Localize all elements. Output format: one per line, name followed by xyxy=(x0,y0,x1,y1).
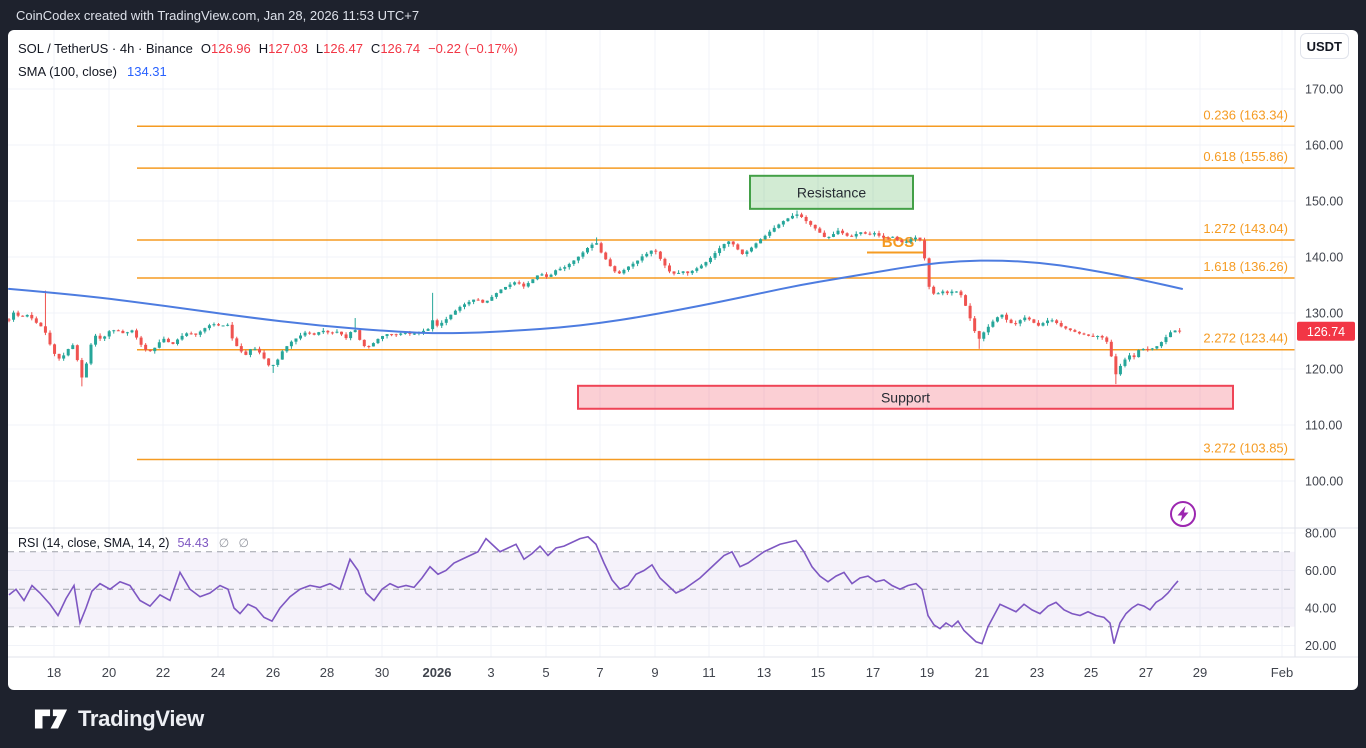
time-tick-label: 15 xyxy=(811,665,825,680)
time-tick-label: 25 xyxy=(1084,665,1098,680)
time-tick-label: 21 xyxy=(975,665,989,680)
chart-card: 0.236 (163.34) 0.618 (155.86) 1.272 (143.0… xyxy=(8,30,1358,690)
time-tick-label: 27 xyxy=(1139,665,1153,680)
price-tick-label: 140.00 xyxy=(1305,251,1343,265)
time-tick-label: 7 xyxy=(596,665,603,680)
rsi-label[interactable]: RSI (14, close, SMA, 14, 2) xyxy=(18,536,169,550)
time-tick-label: 30 xyxy=(375,665,389,680)
resistance-label: Resistance xyxy=(797,184,866,200)
rsi-guides xyxy=(8,551,1295,628)
rsi-tick-label: 80.00 xyxy=(1305,527,1336,541)
time-tick-label: 9 xyxy=(651,665,658,680)
time-tick-label: 23 xyxy=(1030,665,1044,680)
time-tick-label: 26 xyxy=(266,665,280,680)
ohlc-item: L126.47 xyxy=(315,41,363,56)
symbol-row: SOL / TetherUS · 4h · Binance O126.96 H12… xyxy=(18,37,518,60)
time-tick-label: 18 xyxy=(47,665,61,680)
time-tick-label: 20 xyxy=(102,665,116,680)
price-tick-label: 110.00 xyxy=(1305,419,1342,433)
price-tick-label: 120.00 xyxy=(1305,363,1343,377)
time-tick-label: 3 xyxy=(487,665,494,680)
fib-label: 0.618 (155.86) xyxy=(1203,149,1288,164)
price-axis[interactable]: 170.00 160.00 150.00 140.00 130.00 120.00 110.… xyxy=(1297,83,1355,654)
fib-label: 1.272 (143.04) xyxy=(1203,221,1288,236)
fib-label: 0.236 (163.34) xyxy=(1203,107,1288,122)
time-tick-label: 28 xyxy=(320,665,334,680)
price-tick-label: 150.00 xyxy=(1305,195,1343,209)
tradingview-logo-link[interactable]: TradingView xyxy=(34,705,204,733)
tradingview-logo-icon xyxy=(34,709,68,729)
attribution-bar: CoinCodex created with TradingView.com, … xyxy=(0,0,1366,30)
fib-label: 3.272 (103.85) xyxy=(1203,440,1288,455)
price-tick-label: 100.00 xyxy=(1305,475,1343,489)
change-value: −0.22 (−0.17%) xyxy=(428,41,518,56)
bos-label: BOS xyxy=(882,234,915,251)
candles-layer[interactable] xyxy=(8,210,1182,387)
time-tick-label: 29 xyxy=(1193,665,1207,680)
time-tick-label: 13 xyxy=(757,665,771,680)
time-tick-label: 2026 xyxy=(423,665,452,680)
attribution-text: CoinCodex created with TradingView.com, … xyxy=(16,7,420,23)
chart-legend: SOL / TetherUS · 4h · Binance O126.96 H12… xyxy=(18,37,518,83)
footer-bar: TradingView xyxy=(0,690,1366,748)
ohlc-values: O126.96 H127.03 L126.47 C126.74 xyxy=(201,41,428,56)
support-label: Support xyxy=(881,389,930,405)
rsi-value: 54.43 xyxy=(177,536,209,550)
sma-value: 134.31 xyxy=(127,64,167,79)
sma-label[interactable]: SMA (100, close) xyxy=(18,64,117,79)
rsi-tick-label: 60.00 xyxy=(1305,564,1336,578)
rsi-legend: RSI (14, close, SMA, 14, 2) 54.43 ∅ ∅ xyxy=(18,536,249,550)
price-tick-label: 160.00 xyxy=(1305,139,1343,153)
time-tick-label: 22 xyxy=(156,665,170,680)
currency-button[interactable]: USDT xyxy=(1299,33,1349,59)
time-tick-label: 19 xyxy=(920,665,934,680)
symbol-title[interactable]: SOL / TetherUS · 4h · Binance xyxy=(18,41,193,56)
sma-row: SMA (100, close) 134.31 xyxy=(18,60,518,83)
brand-name: TradingView xyxy=(78,706,204,731)
rsi-tick-label: 40.00 xyxy=(1305,602,1336,616)
time-tick-label: Feb xyxy=(1271,665,1293,680)
lightning-icon[interactable] xyxy=(1170,501,1196,527)
chart-canvas[interactable]: 0.236 (163.34) 0.618 (155.86) 1.272 (143.0… xyxy=(8,30,1358,690)
fib-label: 2.272 (123.44) xyxy=(1203,331,1288,346)
time-tick-label: 11 xyxy=(702,665,716,680)
ohlc-item: C126.74 xyxy=(370,41,421,56)
ohlc-item: H127.03 xyxy=(258,41,308,56)
time-tick-label: 5 xyxy=(542,665,549,680)
rsi-empty-values: ∅ ∅ xyxy=(218,536,249,550)
price-tick-label: 170.00 xyxy=(1305,83,1343,97)
ohlc-item: O126.96 xyxy=(200,41,251,56)
price-tick-label: 130.00 xyxy=(1305,307,1343,321)
time-axis[interactable]: 18 20 22 24 26 28 30 2026 3 5 7 9 11 13 15 17 19 21 23 25 27… xyxy=(47,665,1293,680)
time-tick-label: 17 xyxy=(866,665,880,680)
fib-label: 1.618 (136.26) xyxy=(1203,259,1288,274)
rsi-tick-label: 20.00 xyxy=(1305,639,1336,653)
time-tick-label: 24 xyxy=(211,665,225,680)
last-price-value: 126.74 xyxy=(1307,325,1345,339)
